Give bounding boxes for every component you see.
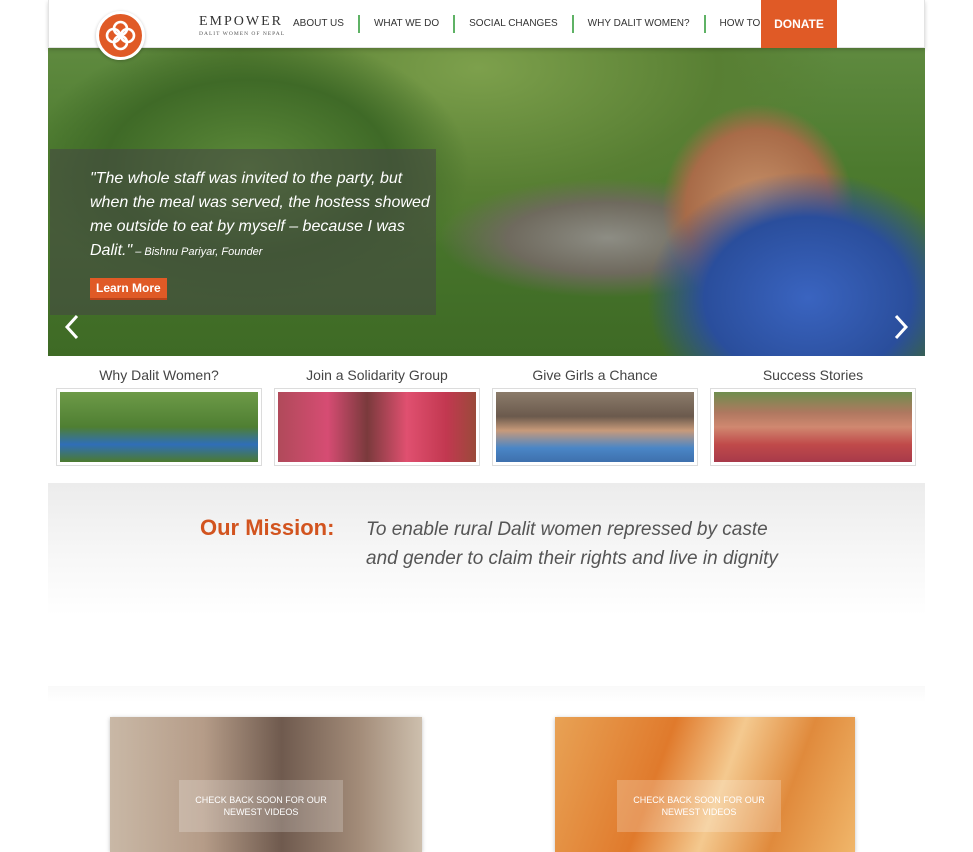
hero-quote-panel: "The whole staff was invited to the part… xyxy=(50,149,436,315)
main-nav: ABOUT US WHAT WE DO SOCIAL CHANGES WHY D… xyxy=(279,0,803,48)
feature-join-solidarity-group[interactable]: Join a Solidarity Group xyxy=(274,362,480,466)
feature-tiles: Why Dalit Women? Join a Solidarity Group… xyxy=(56,362,918,472)
brand-tagline: DALIT WOMEN OF NEPAL xyxy=(199,31,286,37)
hero-slider: "The whole staff was invited to the part… xyxy=(48,48,925,356)
quote-attribution: – Bishnu Pariyar, Founder xyxy=(132,246,263,258)
feature-image[interactable] xyxy=(710,388,916,466)
video-thumbnail[interactable]: CHECK BACK SOON FOR OUR NEWEST VIDEOS xyxy=(110,717,422,852)
video-placeholder-text: CHECK BACK SOON FOR OUR NEWEST VIDEOS xyxy=(617,780,781,832)
nav-about-us[interactable]: ABOUT US xyxy=(279,15,360,33)
nav-social-changes[interactable]: SOCIAL CHANGES xyxy=(455,15,574,33)
chevron-left-icon[interactable] xyxy=(62,313,82,341)
feature-why-dalit-women[interactable]: Why Dalit Women? xyxy=(56,362,262,466)
video-placeholder-text: CHECK BACK SOON FOR OUR NEWEST VIDEOS xyxy=(179,780,343,832)
feature-image[interactable] xyxy=(492,388,698,466)
learn-more-button[interactable]: Learn More xyxy=(90,278,167,300)
brand-name: EMPOWER xyxy=(199,14,283,29)
feature-label: Join a Solidarity Group xyxy=(306,367,448,383)
section-divider xyxy=(48,686,925,702)
mission-statement: To enable rural Dalit women repressed by… xyxy=(366,519,778,569)
feature-give-girls-a-chance[interactable]: Give Girls a Chance xyxy=(492,362,698,466)
nav-what-we-do[interactable]: WHAT WE DO xyxy=(360,15,456,33)
page: EMPOWER DALIT WOMEN OF NEPAL ABOUT US WH… xyxy=(0,0,973,852)
feature-image[interactable] xyxy=(56,388,262,466)
brand[interactable]: EMPOWER DALIT WOMEN OF NEPAL xyxy=(199,14,285,37)
feature-label: Give Girls a Chance xyxy=(532,367,658,383)
feature-label: Why Dalit Women? xyxy=(99,367,219,383)
nav-why-dalit-women[interactable]: WHY DALIT WOMEN? xyxy=(574,15,706,33)
mission-title: Our Mission: xyxy=(200,515,335,540)
site-header: EMPOWER DALIT WOMEN OF NEPAL ABOUT US WH… xyxy=(48,0,925,48)
feature-success-stories[interactable]: Success Stories xyxy=(710,362,916,466)
feature-image[interactable] xyxy=(274,388,480,466)
logo-icon[interactable] xyxy=(96,11,145,60)
feature-label: Success Stories xyxy=(762,367,864,383)
video-thumbnail[interactable]: CHECK BACK SOON FOR OUR NEWEST VIDEOS xyxy=(555,717,855,852)
hero-quote: "The whole staff was invited to the part… xyxy=(90,167,430,264)
chevron-right-icon[interactable] xyxy=(891,313,911,341)
mission-section: Our Mission: To enable rural Dalit women… xyxy=(48,483,925,616)
donate-button[interactable]: DONATE xyxy=(761,0,837,48)
